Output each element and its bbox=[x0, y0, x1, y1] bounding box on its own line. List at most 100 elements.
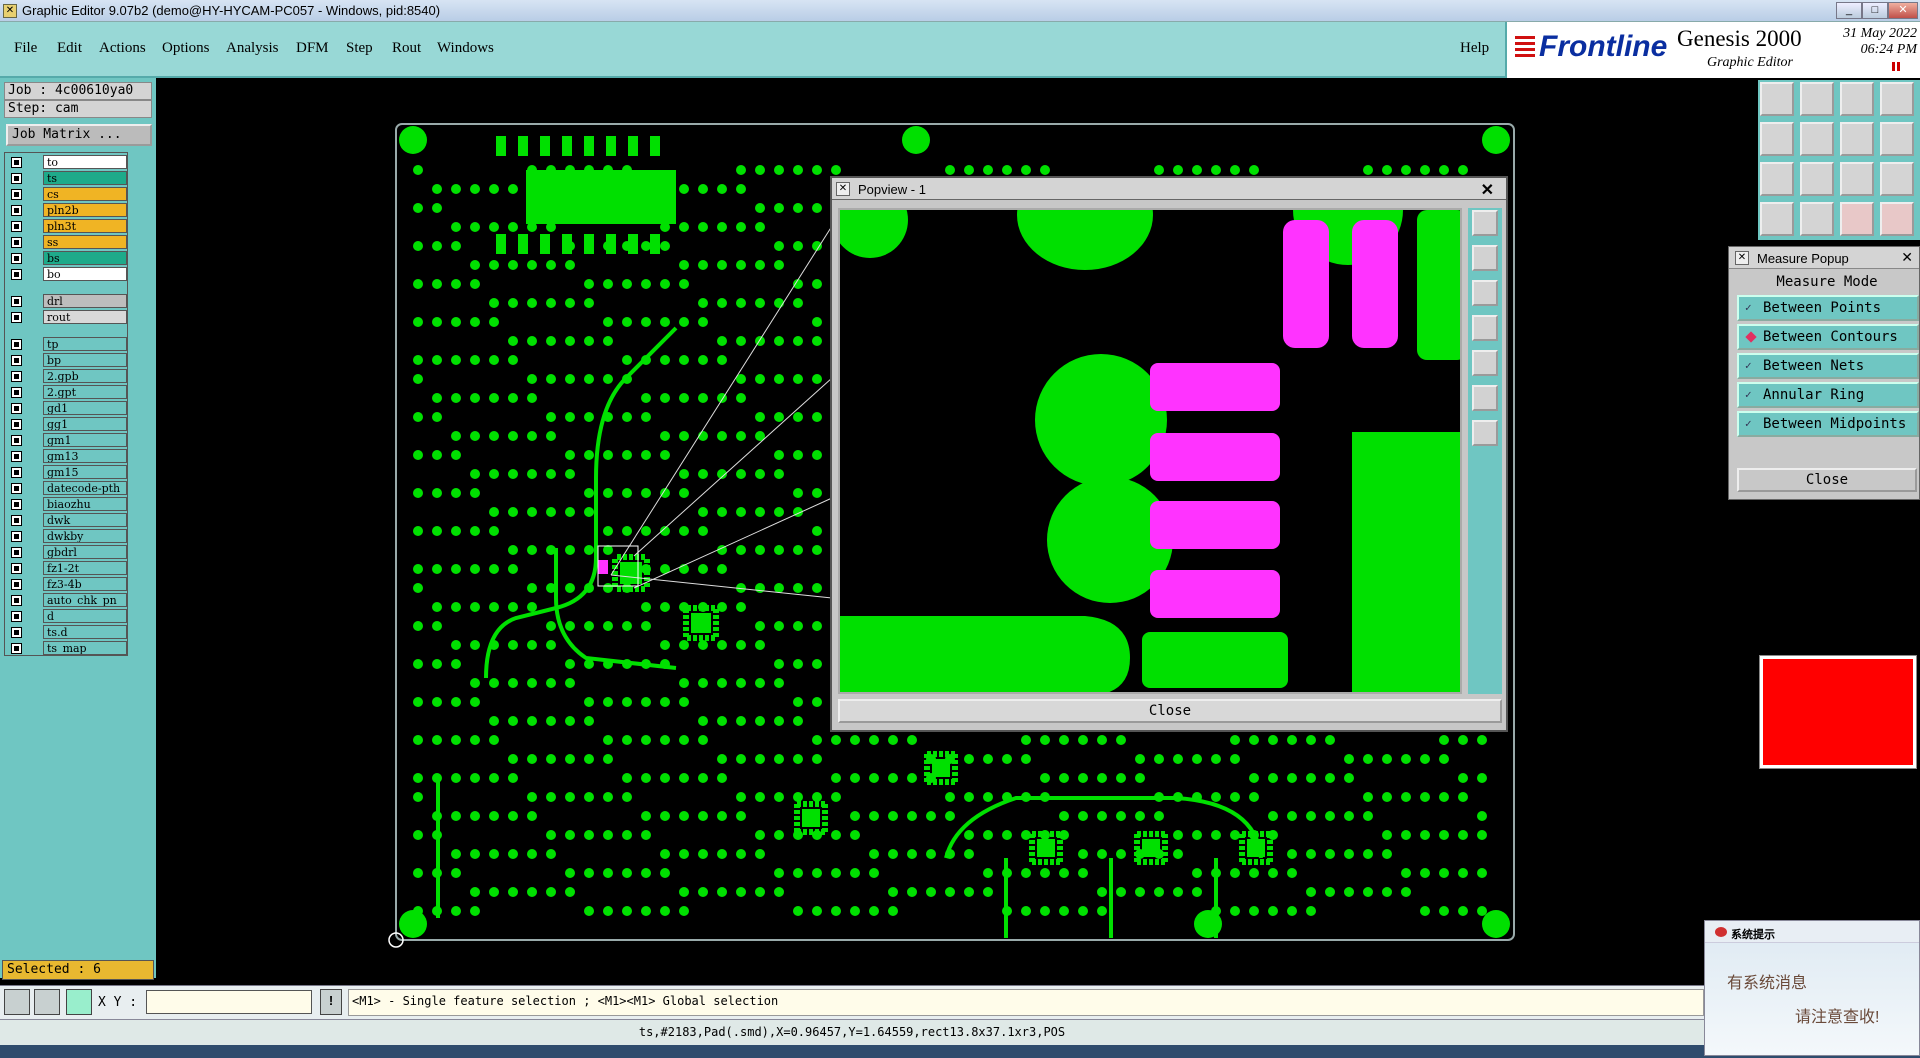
layer-row[interactable]: pln2b bbox=[5, 203, 129, 218]
layer-name[interactable]: ts_map bbox=[43, 641, 127, 655]
layer-row[interactable]: datecode-pth bbox=[5, 481, 129, 496]
zoom-home-icon[interactable] bbox=[1760, 82, 1794, 116]
layer-row[interactable]: cs bbox=[5, 187, 129, 202]
layer-name[interactable]: pln2b bbox=[43, 203, 127, 217]
select-tool-icon[interactable] bbox=[4, 989, 30, 1015]
layer-checkbox[interactable] bbox=[11, 157, 22, 168]
angle-tool-icon[interactable] bbox=[34, 989, 60, 1015]
layer-checkbox[interactable] bbox=[11, 419, 22, 430]
layer-row[interactable]: 2.gpt bbox=[5, 385, 129, 400]
measure-close-button[interactable]: Close bbox=[1737, 468, 1917, 492]
layer-name[interactable]: fz3-4b bbox=[43, 577, 127, 591]
layer-name[interactable]: bs bbox=[43, 251, 127, 265]
layer-row[interactable]: fz1-2t bbox=[5, 561, 129, 576]
layer-checkbox[interactable] bbox=[11, 515, 22, 526]
menu-help[interactable]: Help bbox=[1460, 40, 1489, 57]
menu-file[interactable]: File bbox=[14, 40, 37, 57]
layer-name[interactable]: dwk bbox=[43, 513, 127, 527]
layer-name[interactable]: fz1-2t bbox=[43, 561, 127, 575]
mirror-icon[interactable] bbox=[1840, 122, 1874, 156]
layer-row[interactable]: ts.d bbox=[5, 625, 129, 640]
layer-name[interactable]: datecode-pth bbox=[43, 481, 127, 495]
layer-name[interactable]: bo bbox=[43, 267, 127, 281]
layer-row[interactable]: gd1 bbox=[5, 401, 129, 416]
layer-row[interactable]: drl bbox=[5, 294, 129, 309]
layer-row[interactable]: auto_chk_pn bbox=[5, 593, 129, 608]
layer-name[interactable]: tp bbox=[43, 337, 127, 351]
measure-ruler-icon[interactable] bbox=[1760, 202, 1794, 236]
layer-row[interactable]: dwkby bbox=[5, 529, 129, 544]
popview-pan-right-button[interactable] bbox=[1472, 350, 1498, 376]
layer-checkbox[interactable] bbox=[11, 269, 22, 280]
layer-checkbox[interactable] bbox=[11, 579, 22, 590]
layer-name[interactable]: biaozhu bbox=[43, 497, 127, 511]
maximize-button[interactable]: □ bbox=[1862, 2, 1888, 19]
pan-right-icon[interactable] bbox=[1800, 122, 1834, 156]
snap-icon[interactable] bbox=[1840, 202, 1874, 236]
layer-checkbox[interactable] bbox=[11, 595, 22, 606]
redraw-icon[interactable] bbox=[1880, 122, 1914, 156]
layer-row[interactable]: gm1 bbox=[5, 433, 129, 448]
layer-checkbox[interactable] bbox=[11, 253, 22, 264]
layer-row[interactable]: ts_map bbox=[5, 641, 129, 656]
layer-row[interactable]: rout bbox=[5, 310, 129, 325]
help-question-icon[interactable] bbox=[1880, 162, 1914, 196]
layer-checkbox[interactable] bbox=[11, 205, 22, 216]
menu-step[interactable]: Step bbox=[346, 40, 373, 57]
popview-pan-down-button[interactable] bbox=[1472, 280, 1498, 306]
pan-left-icon[interactable] bbox=[1760, 122, 1794, 156]
layer-checkbox[interactable] bbox=[11, 531, 22, 542]
layer-name[interactable]: gm15 bbox=[43, 465, 127, 479]
layer-row[interactable]: bp bbox=[5, 353, 129, 368]
layer-row[interactable]: ts bbox=[5, 171, 129, 186]
menu-options[interactable]: Options bbox=[162, 40, 210, 57]
popview-pan-up-button[interactable] bbox=[1472, 245, 1498, 271]
layer-row[interactable]: bo bbox=[5, 267, 129, 282]
layer-checkbox[interactable] bbox=[11, 189, 22, 200]
xy-input[interactable] bbox=[146, 990, 312, 1014]
layers-toggle-icon[interactable] bbox=[1880, 202, 1914, 236]
layer-name[interactable]: gd1 bbox=[43, 401, 127, 415]
popview-zoom-view[interactable] bbox=[838, 208, 1462, 694]
layer-row[interactable]: gg1 bbox=[5, 417, 129, 432]
layer-checkbox[interactable] bbox=[11, 467, 22, 478]
layer-name[interactable]: cs bbox=[43, 187, 127, 201]
popview-pan-left-button[interactable] bbox=[1472, 315, 1498, 341]
layer-row[interactable]: d bbox=[5, 609, 129, 624]
layer-name[interactable]: gbdrl bbox=[43, 545, 127, 559]
measure-option[interactable]: ✓ Between Points bbox=[1737, 295, 1919, 321]
layer-name[interactable]: bp bbox=[43, 353, 127, 367]
layer-row[interactable]: tp bbox=[5, 337, 129, 352]
popview-close-button[interactable]: Close bbox=[838, 699, 1502, 723]
zoom-center-icon[interactable] bbox=[1800, 162, 1834, 196]
measure-option[interactable]: ✓ Between Midpoints bbox=[1737, 411, 1919, 437]
layer-name[interactable]: rout bbox=[43, 310, 127, 324]
info-icon[interactable]: ! bbox=[320, 989, 342, 1015]
layer-name[interactable]: gm13 bbox=[43, 449, 127, 463]
menu-actions[interactable]: Actions bbox=[99, 40, 146, 57]
layer-checkbox[interactable] bbox=[11, 173, 22, 184]
layer-name[interactable]: 2.gpb bbox=[43, 369, 127, 383]
popview-zoom-in-button[interactable] bbox=[1472, 385, 1498, 411]
layer-row[interactable]: bs bbox=[5, 251, 129, 266]
layer-row[interactable]: ss bbox=[5, 235, 129, 250]
layer-row[interactable]: dwk bbox=[5, 513, 129, 528]
measure-option[interactable]: ✓ Annular Ring bbox=[1737, 382, 1919, 408]
layer-checkbox[interactable] bbox=[11, 611, 22, 622]
layer-checkbox[interactable] bbox=[11, 499, 22, 510]
layer-checkbox[interactable] bbox=[11, 643, 22, 654]
layer-checkbox[interactable] bbox=[11, 339, 22, 350]
layer-name[interactable]: to bbox=[43, 155, 127, 169]
layer-name[interactable]: ts.d bbox=[43, 625, 127, 639]
layer-name[interactable]: auto_chk_pn bbox=[43, 593, 127, 607]
layer-checkbox[interactable] bbox=[11, 371, 22, 382]
layer-name[interactable]: 2.gpt bbox=[43, 385, 127, 399]
layer-row[interactable]: biaozhu bbox=[5, 497, 129, 512]
layer-name[interactable]: ss bbox=[43, 235, 127, 249]
layer-checkbox[interactable] bbox=[11, 221, 22, 232]
close-window-button[interactable]: ✕ bbox=[1888, 2, 1918, 19]
grid-icon[interactable] bbox=[1800, 202, 1834, 236]
layer-checkbox[interactable] bbox=[11, 403, 22, 414]
menu-edit[interactable]: Edit bbox=[57, 40, 82, 57]
home-icon[interactable] bbox=[1840, 82, 1874, 116]
